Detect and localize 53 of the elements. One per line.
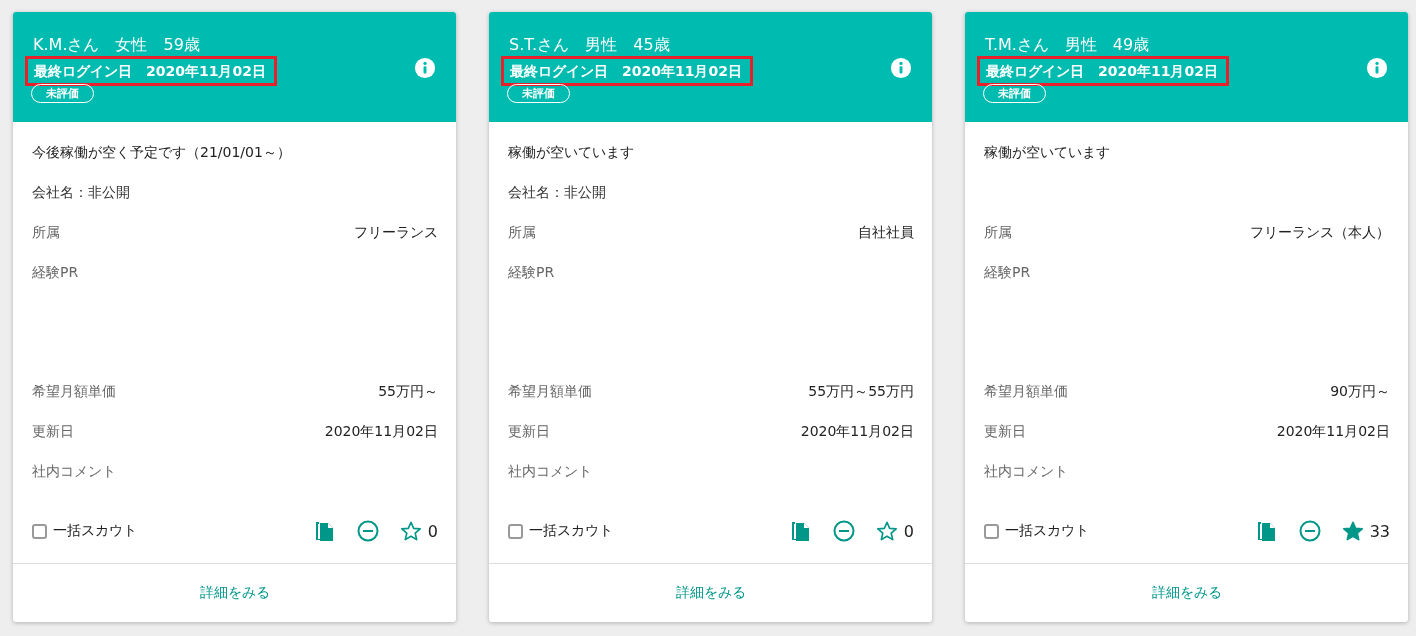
company-name: 会社名：非公開	[32, 183, 131, 202]
detail-link[interactable]: 詳細をみる	[675, 584, 746, 602]
field-value: フリーランス（本人）	[1250, 223, 1390, 242]
field-label: 経験PR	[32, 263, 79, 282]
field-label: 更新日	[984, 422, 1026, 441]
bulk-scout-checkbox[interactable]: 一括スカウト	[984, 522, 1089, 540]
last-login-date: 最終ログイン日 2020年11月02日	[25, 56, 277, 86]
detail-link[interactable]: 詳細をみる	[199, 584, 270, 602]
field-label: 所属	[984, 223, 1012, 242]
person-name: K.M.さん 女性 59歳	[32, 34, 200, 56]
field-label: 社内コメント	[984, 462, 1068, 481]
bulk-scout-checkbox[interactable]: 一括スカウト	[32, 522, 137, 540]
availability-status: 今後稼働が空く予定です（21/01/01～）	[32, 143, 292, 162]
minus-circle-icon[interactable]	[831, 519, 856, 543]
field-value: 90万円～	[1330, 382, 1390, 401]
field-label: 更新日	[32, 422, 74, 441]
star-icon[interactable]	[399, 520, 422, 542]
last-login-date: 最終ログイン日 2020年11月02日	[501, 56, 753, 86]
field-label: 経験PR	[984, 263, 1031, 282]
field-value: 2020年11月02日	[324, 422, 438, 441]
availability-status: 稼働が空いています	[508, 143, 635, 162]
field-label: 経験PR	[508, 263, 555, 282]
minus-circle-icon[interactable]	[1297, 519, 1322, 543]
favorite-count: 0	[427, 521, 438, 541]
field-label: 更新日	[508, 422, 550, 441]
field-label: 希望月額単価	[984, 382, 1068, 401]
field-value: 55万円～	[378, 382, 438, 401]
detail-link[interactable]: 詳細をみる	[1151, 584, 1222, 602]
field-label: 所属	[508, 223, 536, 242]
field-value: 2020年11月02日	[800, 422, 914, 441]
info-icon[interactable]	[890, 57, 912, 79]
person-name: S.T.さん 男性 45歳	[508, 34, 670, 56]
info-icon[interactable]	[414, 57, 436, 79]
person-name: T.M.さん 男性 49歳	[984, 34, 1150, 56]
field-value: フリーランス	[354, 223, 438, 242]
field-label: 希望月額単価	[508, 382, 592, 401]
star-icon[interactable]	[1341, 520, 1364, 542]
field-label: 社内コメント	[508, 462, 592, 481]
favorite-count: 0	[903, 521, 914, 541]
field-value: 自社社員	[858, 223, 914, 242]
last-login-date: 最終ログイン日 2020年11月02日	[977, 56, 1229, 86]
field-label: 社内コメント	[32, 462, 116, 481]
favorite-count: 33	[1369, 521, 1390, 541]
field-value: 2020年11月02日	[1276, 422, 1390, 441]
field-label: 所属	[32, 223, 60, 242]
star-icon[interactable]	[875, 520, 898, 542]
company-name: 会社名：非公開	[508, 183, 607, 202]
info-icon[interactable]	[1366, 57, 1388, 79]
bulk-scout-checkbox[interactable]: 一括スカウト	[508, 522, 613, 540]
minus-circle-icon[interactable]	[355, 519, 380, 543]
availability-status: 稼働が空いています	[984, 143, 1111, 162]
field-value: 55万円～55万円	[808, 382, 914, 401]
field-label: 希望月額単価	[32, 382, 116, 401]
